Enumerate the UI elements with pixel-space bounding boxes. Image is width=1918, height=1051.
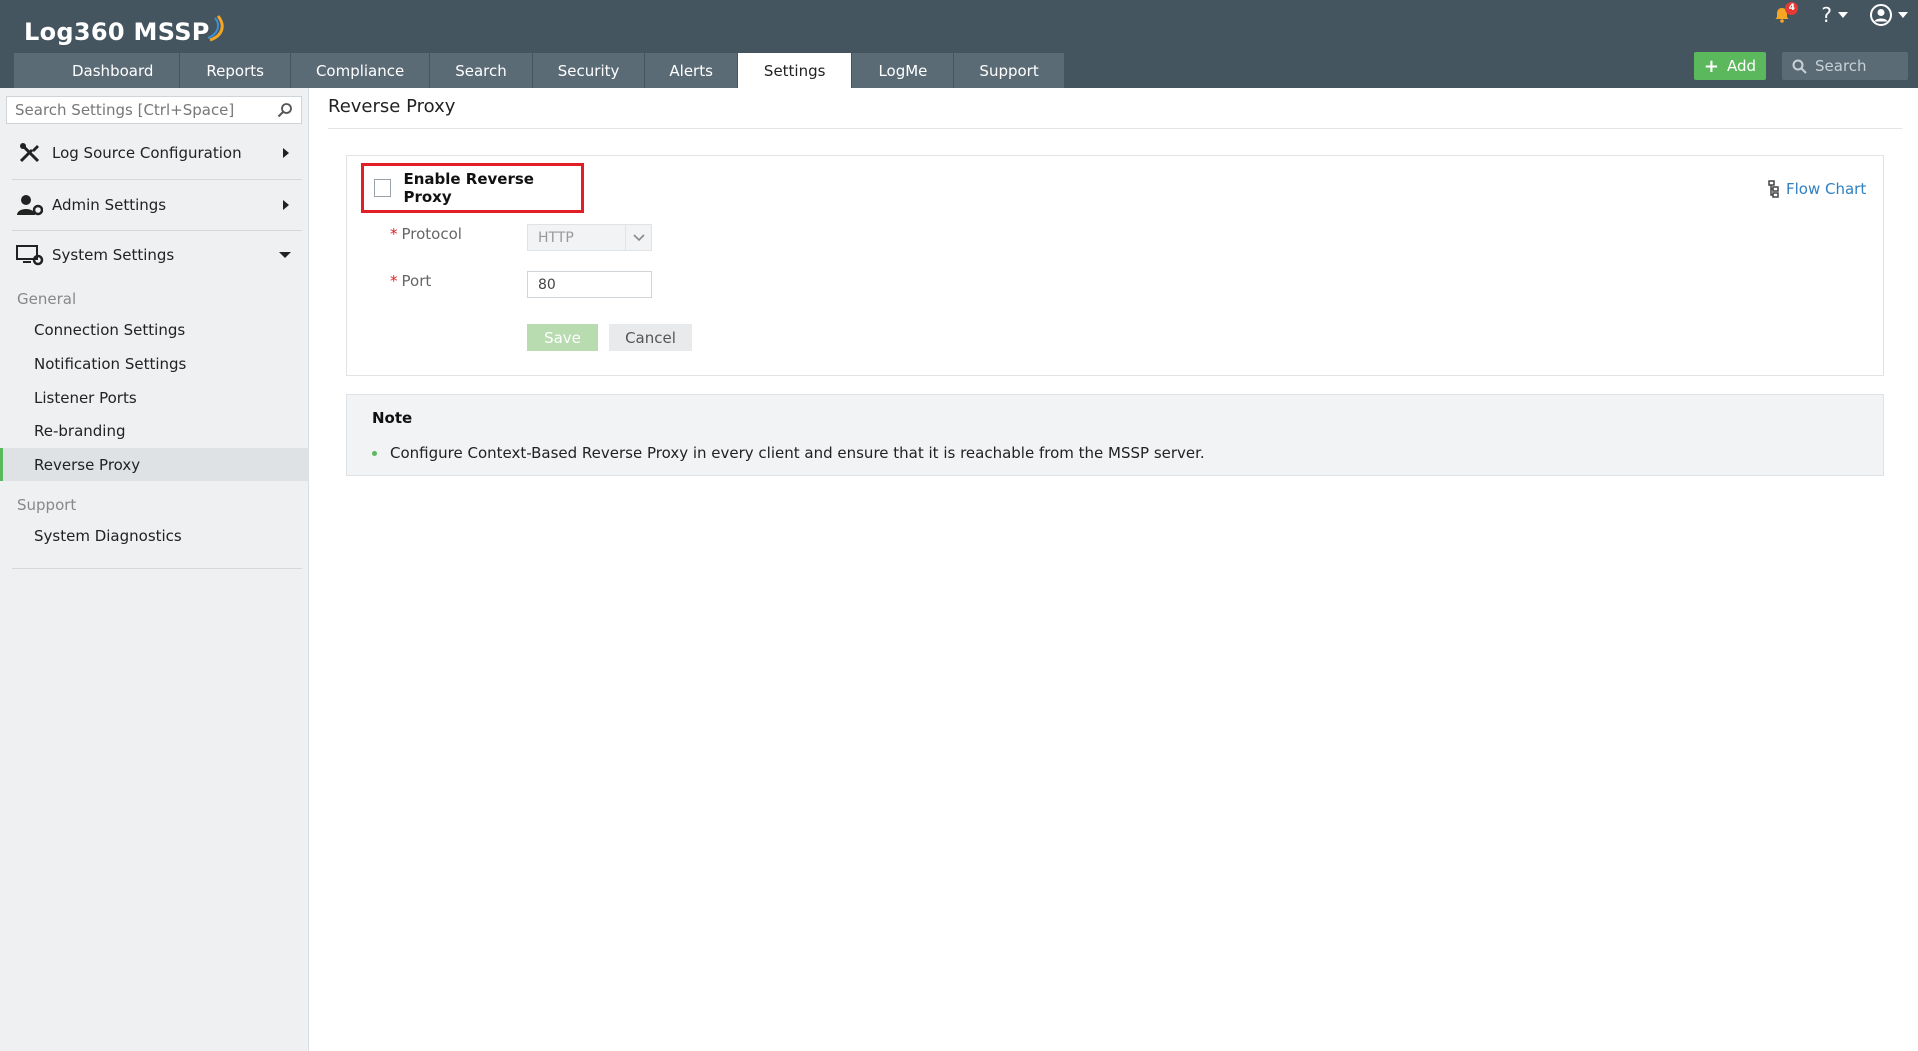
required-marker: * xyxy=(390,225,398,243)
global-search-placeholder: Search xyxy=(1815,57,1867,75)
app-logo[interactable]: Log360 MSSP xyxy=(24,10,228,46)
flow-chart-link[interactable]: Flow Chart xyxy=(1768,180,1866,198)
admin-user-icon xyxy=(16,191,44,219)
search-icon xyxy=(1792,59,1807,74)
sidebar-item-connection-settings[interactable]: Connection Settings xyxy=(0,313,309,346)
flow-chart-icon xyxy=(1768,180,1779,198)
search-icon[interactable] xyxy=(277,102,293,118)
add-button[interactable]: + Add xyxy=(1694,52,1766,80)
settings-sidebar: Search Settings [Ctrl+Space] Log Source … xyxy=(0,88,309,1051)
tab-logme[interactable]: LogMe xyxy=(852,53,955,88)
tab-security[interactable]: Security xyxy=(532,53,646,88)
sidebar-group-general: General xyxy=(17,290,77,308)
tab-settings[interactable]: Settings xyxy=(737,53,853,88)
logo-swoosh-icon xyxy=(207,15,224,42)
monitor-gear-icon xyxy=(16,241,44,269)
settings-search-placeholder: Search Settings [Ctrl+Space] xyxy=(15,101,235,119)
notifications-button[interactable]: 4 xyxy=(1773,0,1799,30)
add-button-label: Add xyxy=(1727,57,1757,75)
port-input[interactable]: 80 xyxy=(527,271,652,298)
sidebar-section-label: System Settings xyxy=(52,246,175,264)
sidebar-divider xyxy=(12,568,302,569)
protocol-label-text: Protocol xyxy=(401,225,462,243)
sidebar-item-system-settings[interactable]: System Settings xyxy=(0,230,309,280)
tab-support[interactable]: Support xyxy=(954,53,1065,88)
protocol-label: * Protocol xyxy=(390,225,462,243)
logo-text: Log360 MSSP xyxy=(24,18,210,46)
enable-reverse-proxy-label: Enable Reverse Proxy xyxy=(403,170,534,206)
note-item-text: Configure Context-Based Reverse Proxy in… xyxy=(390,444,1205,462)
user-menu-button[interactable] xyxy=(1870,0,1908,30)
cancel-button[interactable]: Cancel xyxy=(609,324,692,351)
settings-search-input[interactable]: Search Settings [Ctrl+Space] xyxy=(6,96,302,124)
tab-compliance[interactable]: Compliance xyxy=(290,53,431,88)
protocol-select-value: HTTP xyxy=(538,229,574,246)
sidebar-item-notification-settings[interactable]: Notification Settings xyxy=(0,347,309,380)
main-nav-tabs: Dashboard Reports Compliance Search Secu… xyxy=(14,53,1065,88)
sidebar-item-reverse-proxy[interactable]: Reverse Proxy xyxy=(0,448,309,481)
port-label-text: Port xyxy=(401,272,432,290)
sidebar-section-label: Log Source Configuration xyxy=(52,144,242,162)
chevron-right-icon xyxy=(283,200,289,210)
enable-reverse-proxy-checkbox[interactable] xyxy=(374,179,392,197)
save-button[interactable]: Save xyxy=(527,324,598,351)
chevron-right-icon xyxy=(283,148,289,158)
tools-icon xyxy=(16,139,44,167)
chevron-down-icon xyxy=(279,252,291,258)
help-menu-button[interactable]: ? xyxy=(1821,0,1848,30)
sidebar-section-label: Admin Settings xyxy=(52,196,167,214)
tab-reports[interactable]: Reports xyxy=(180,53,291,88)
sidebar-group-support: Support xyxy=(17,496,77,514)
global-search-input[interactable]: Search xyxy=(1782,52,1908,80)
required-marker: * xyxy=(390,272,398,290)
chevron-down-icon xyxy=(1898,12,1908,18)
sidebar-item-re-branding[interactable]: Re-branding xyxy=(0,414,309,447)
chevron-down-icon xyxy=(625,225,651,250)
tab-dashboard[interactable]: Dashboard xyxy=(14,53,181,88)
page-title: Reverse Proxy xyxy=(328,96,456,117)
title-divider xyxy=(328,128,1902,129)
note-item: Configure Context-Based Reverse Proxy in… xyxy=(372,444,1205,462)
flow-chart-label: Flow Chart xyxy=(1786,180,1867,198)
enable-reverse-proxy-toggle[interactable]: Enable Reverse Proxy xyxy=(361,163,584,213)
tab-alerts[interactable]: Alerts xyxy=(645,53,738,88)
tab-search[interactable]: Search xyxy=(430,53,533,88)
notification-badge: 4 xyxy=(1785,2,1799,15)
chevron-down-icon xyxy=(1838,12,1848,18)
user-avatar-icon xyxy=(1870,4,1892,26)
sidebar-item-admin-settings[interactable]: Admin Settings xyxy=(0,180,309,230)
top-header: Log360 MSSP 4 ? Dashboard Reports Compli… xyxy=(0,0,1918,88)
bullet-icon xyxy=(372,450,377,456)
note-box: Note Configure Context-Based Reverse Pro… xyxy=(346,394,1884,476)
help-icon: ? xyxy=(1821,3,1832,27)
sidebar-item-system-diagnostics[interactable]: System Diagnostics xyxy=(0,519,309,552)
port-label: * Port xyxy=(390,272,431,290)
note-title: Note xyxy=(372,409,413,427)
sidebar-item-log-source-configuration[interactable]: Log Source Configuration xyxy=(0,128,309,178)
top-icons: 4 ? xyxy=(1753,0,1908,30)
protocol-select[interactable]: HTTP xyxy=(527,224,652,251)
sidebar-item-listener-ports[interactable]: Listener Ports xyxy=(0,381,309,414)
plus-icon: + xyxy=(1703,55,1720,77)
